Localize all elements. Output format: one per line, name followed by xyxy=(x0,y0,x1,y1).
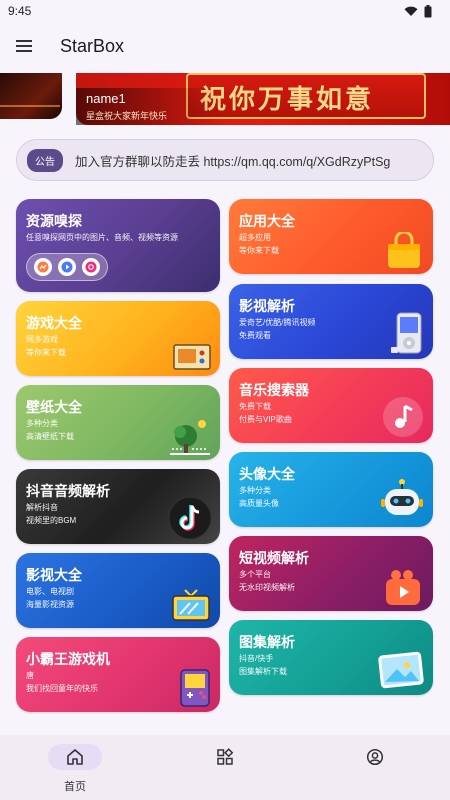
home-icon xyxy=(67,749,83,765)
card-avatars[interactable]: 头像大全 多种分类 高质量头像 xyxy=(229,452,433,527)
card-desc-1: 多个平台 xyxy=(239,570,271,579)
card-desc-1: 电影、电视剧 xyxy=(26,587,74,596)
card-desc-2: 我们找回童年的快乐 xyxy=(26,684,98,693)
nav-apps[interactable] xyxy=(150,735,300,800)
card-desc-2: 视频里的BGM xyxy=(26,516,77,525)
wifi-icon xyxy=(404,6,418,16)
video-camera-icon xyxy=(386,570,420,605)
card-wallpapers[interactable]: 壁纸大全 多种分类 高清壁纸下载 xyxy=(16,385,220,460)
card-video-parse[interactable]: 影视解析 爱奇艺/优酷/腾讯视频 免费观看 xyxy=(229,284,433,359)
media-player-icon xyxy=(391,312,422,354)
banner-prev-slide[interactable] xyxy=(0,73,62,119)
tree-landscape-icon xyxy=(170,420,210,455)
card-desc-2: 高清壁纸下载 xyxy=(26,432,74,441)
card-games[interactable]: 游戏大全 网多游戏 等你来下载 xyxy=(16,301,220,376)
card-title: 短视频解析 xyxy=(239,550,309,566)
card-music-search[interactable]: 音乐搜索器 免费下载 付费与VIP歌曲 xyxy=(229,368,433,443)
card-title: 应用大全 xyxy=(239,213,295,229)
card-desc-1: 爱奇艺/优酷/腾讯视频 xyxy=(239,318,316,327)
card-desc-2: 高质量头像 xyxy=(239,499,279,508)
card-desc-2: 付费与VIP歌曲 xyxy=(239,415,292,424)
card-title: 资源嗅探 xyxy=(26,213,82,229)
card-desc-2: 等你来下载 xyxy=(26,348,66,357)
card-desc-1: 免费下载 xyxy=(239,402,271,411)
card-douyin-audio[interactable]: 抖音音频解析 解析抖音 视频里的BGM xyxy=(16,469,220,544)
tiktok-icon xyxy=(168,496,212,540)
card-gallery-parse[interactable]: 图集解析 抖音/快手 图集解析下载 xyxy=(229,620,433,695)
app-bar: StarBox xyxy=(0,22,450,70)
card-desc-1: 多种分类 xyxy=(26,419,58,428)
status-time: 9:45 xyxy=(8,4,32,18)
notice-bar[interactable]: 公告 加入官方群聊以防走丢 https://qm.qq.com/q/XGdRzy… xyxy=(16,139,434,181)
card-desc-2: 无水印视频解析 xyxy=(239,583,295,592)
card-title: 壁纸大全 xyxy=(26,399,82,415)
notice-text: 加入官方群聊以防走丢 https://qm.qq.com/q/XGdRzyPtS… xyxy=(75,154,391,169)
banner-name: name1 xyxy=(86,91,126,106)
shopping-bag-icon xyxy=(388,232,420,268)
card-resource-sniffer[interactable]: 资源嗅探 任意嗅探网页中的图片、音频、视频等资源 xyxy=(16,199,220,292)
nav-home-indicator xyxy=(48,744,102,770)
card-movies[interactable]: 影视大全 电影、电视剧 海量影视资源 xyxy=(16,553,220,628)
card-title: 影视解析 xyxy=(239,298,295,314)
card-title: 影视大全 xyxy=(26,567,82,583)
bottom-nav: 首页 xyxy=(0,735,450,800)
card-desc-1: 抖音/快手 xyxy=(239,654,274,663)
card-title: 头像大全 xyxy=(239,466,295,482)
card-retro-console[interactable]: 小霸王游戏机 唐 我们找回童年的快乐 xyxy=(16,637,220,712)
photo-gallery-icon xyxy=(378,651,424,689)
card-desc-1: 解析抖音 xyxy=(26,503,58,512)
handheld-gameboy-icon xyxy=(180,669,210,707)
nav-home[interactable]: 首页 xyxy=(0,735,150,800)
music-icon xyxy=(82,258,100,276)
status-icons xyxy=(404,4,432,18)
robot-avatar-icon xyxy=(381,479,423,515)
profile-icon xyxy=(366,748,384,766)
card-apps[interactable]: 应用大全 超多应用 等你来下载 xyxy=(229,199,433,274)
tv-icon xyxy=(172,589,210,621)
card-desc-1: 网多游戏 xyxy=(26,335,58,344)
card-title: 音乐搜索器 xyxy=(239,382,309,398)
nav-profile[interactable] xyxy=(300,735,450,800)
card-desc-1: 多种分类 xyxy=(239,486,271,495)
menu-icon[interactable] xyxy=(14,34,38,58)
card-desc-2: 图集解析下载 xyxy=(239,667,287,676)
card-desc: 任意嗅探网页中的图片、音频、视频等资源 xyxy=(26,233,178,242)
banner-art-text: 祝你万事如意 xyxy=(200,85,375,115)
image-icon xyxy=(34,258,52,276)
play-video-icon xyxy=(58,258,76,276)
card-desc-2: 海量影视资源 xyxy=(26,600,74,609)
sniffer-type-icons xyxy=(26,253,108,281)
notice-badge: 公告 xyxy=(27,148,63,172)
status-bar: 9:45 xyxy=(0,0,450,22)
game-console-icon xyxy=(173,344,211,370)
apps-grid-icon xyxy=(217,748,234,765)
card-short-video-parse[interactable]: 短视频解析 多个平台 无水印视频解析 xyxy=(229,536,433,611)
music-note-icon xyxy=(383,397,423,437)
app-title: StarBox xyxy=(60,35,125,56)
banner-subtitle: 星盒祝大家新年快乐 xyxy=(86,111,168,121)
battery-icon xyxy=(424,4,432,17)
card-title: 小霸王游戏机 xyxy=(26,651,110,667)
card-title: 抖音音频解析 xyxy=(26,483,110,499)
banner-caption: name1 星盒祝大家新年快乐 xyxy=(76,88,226,125)
nav-home-label: 首页 xyxy=(64,781,86,793)
card-title: 图集解析 xyxy=(239,634,295,650)
card-desc-1: 唐 xyxy=(26,671,34,680)
card-title: 游戏大全 xyxy=(26,315,82,331)
card-desc-1: 超多应用 xyxy=(239,233,271,242)
card-desc-2: 等你来下载 xyxy=(239,246,279,255)
card-desc-2: 免费观看 xyxy=(239,331,271,340)
